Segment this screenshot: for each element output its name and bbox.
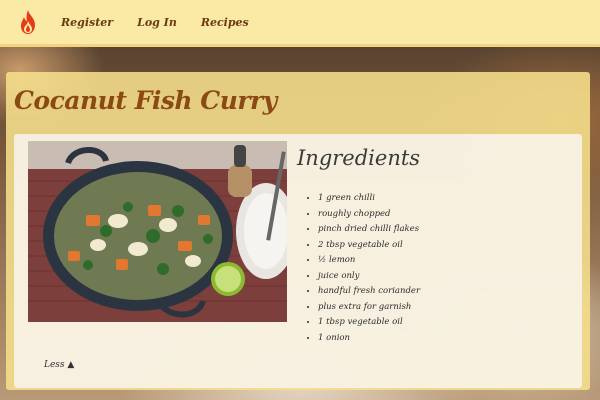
ingredient-item: plus extra for garnish bbox=[318, 300, 420, 316]
flame-icon[interactable] bbox=[17, 9, 39, 35]
ingredient-item: handful fresh coriander bbox=[318, 284, 420, 300]
recipe-title: Cocanut Fish Curry bbox=[14, 86, 277, 115]
nav-link-login[interactable]: Log In bbox=[137, 16, 177, 29]
ingredient-list: 1 green chilli roughly chopped pinch dri… bbox=[304, 191, 420, 346]
ingredient-item: 2 tbsp vegetable oil bbox=[318, 238, 420, 254]
nav-link-recipes[interactable]: Recipes bbox=[201, 16, 249, 29]
ingredient-item: ½ lemon bbox=[318, 253, 420, 269]
less-toggle[interactable]: Less ▲ bbox=[44, 360, 74, 370]
recipe-photo bbox=[28, 141, 287, 322]
ingredient-item: 1 tbsp vegetable oil bbox=[318, 315, 420, 331]
nav-link-register[interactable]: Register bbox=[61, 16, 113, 29]
ingredient-item: 1 onion bbox=[318, 331, 420, 347]
ingredients-heading: Ingredients bbox=[297, 146, 421, 170]
ingredient-item: pinch dried chilli flakes bbox=[318, 222, 420, 238]
navbar: Register Log In Recipes bbox=[0, 0, 600, 47]
ingredient-item: roughly chopped bbox=[318, 207, 420, 223]
ingredient-item: 1 green chilli bbox=[318, 191, 420, 207]
ingredient-item: juice only bbox=[318, 269, 420, 285]
